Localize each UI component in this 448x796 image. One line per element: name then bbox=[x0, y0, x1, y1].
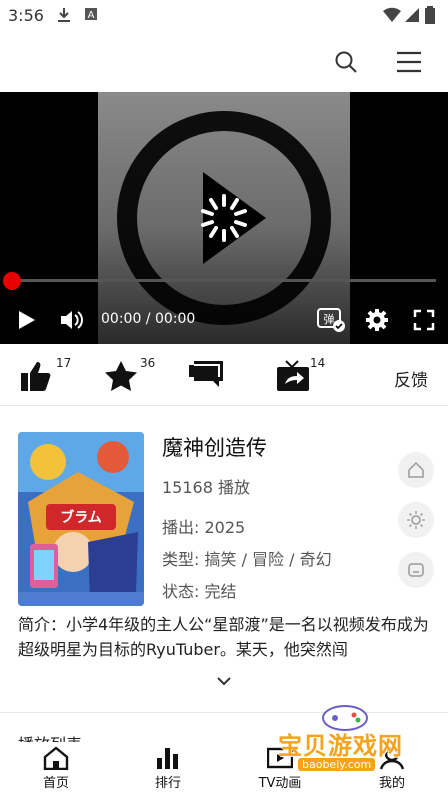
tab-home-label: 首页 bbox=[42, 776, 69, 791]
progress-track[interactable] bbox=[12, 279, 436, 282]
time-display: 00:00 / 00:00 bbox=[101, 311, 195, 327]
progress-knob[interactable] bbox=[3, 272, 21, 290]
action-bar: 17 36 14 反馈 bbox=[0, 344, 448, 406]
sun-icon bbox=[407, 511, 425, 529]
play-count: 15168 播放 bbox=[162, 478, 250, 497]
like-count: 17 bbox=[56, 356, 72, 370]
star-icon bbox=[105, 361, 137, 391]
feedback-button[interactable]: 反馈 bbox=[394, 366, 428, 391]
chat-icon bbox=[408, 563, 424, 577]
cover-illustration: ブラム bbox=[18, 432, 144, 606]
bar-chart-icon bbox=[157, 748, 178, 769]
share-count: 14 bbox=[310, 356, 326, 370]
status-bar: 3:56 A bbox=[0, 0, 448, 32]
volume-icon bbox=[61, 311, 83, 329]
cover-image[interactable]: ブラム bbox=[18, 432, 144, 606]
watermark-text: 宝贝游戏网 bbox=[278, 732, 403, 760]
share-button[interactable]: 14 bbox=[276, 356, 336, 394]
duration: 00:00 bbox=[154, 311, 196, 327]
menu-button[interactable] bbox=[391, 44, 427, 80]
svg-text:弹: 弹 bbox=[324, 312, 335, 326]
like-button[interactable]: 17 bbox=[20, 356, 80, 394]
watermark: 宝贝游戏网 baobeiy.com bbox=[270, 700, 430, 780]
volume-button[interactable] bbox=[58, 306, 86, 334]
current-time: 00:00 bbox=[101, 311, 142, 327]
status-time: 3:56 bbox=[8, 6, 44, 25]
genre: 类型: 搞笑 / 冒险 / 奇幻 bbox=[162, 550, 332, 569]
tab-ranking-label: 排行 bbox=[154, 776, 181, 791]
signal-icon bbox=[405, 8, 419, 22]
search-icon bbox=[335, 51, 357, 73]
wifi-icon bbox=[383, 7, 401, 22]
thumbs-up-icon bbox=[21, 362, 51, 391]
favorite-count: 36 bbox=[140, 356, 156, 370]
app-header bbox=[0, 32, 448, 92]
fullscreen-button[interactable] bbox=[412, 306, 436, 334]
tab-home[interactable]: 首页 bbox=[16, 746, 96, 794]
share-tv-icon bbox=[277, 360, 309, 391]
chat-float-button[interactable] bbox=[398, 552, 434, 588]
anime-title: 魔神创造传 bbox=[162, 436, 267, 460]
time-separator: / bbox=[141, 311, 155, 327]
status: 状态: 完结 bbox=[162, 582, 237, 601]
video-player[interactable]: 00:00 / 00:00 弹 bbox=[0, 92, 448, 344]
favorite-button[interactable]: 36 bbox=[104, 356, 164, 394]
battery-icon bbox=[425, 6, 435, 24]
chevron-down-icon[interactable] bbox=[212, 674, 236, 690]
intro-text: 简介：小学4年级的主人公“星部渡”是一名以视频发布成为超级明星为目标的RyuTu… bbox=[18, 615, 429, 659]
menu-icon bbox=[397, 51, 421, 73]
section-title: 播放列表 bbox=[18, 731, 82, 742]
play-icon bbox=[19, 311, 35, 329]
home-icon bbox=[43, 746, 69, 770]
notification-a-icon: A bbox=[85, 8, 97, 21]
svg-text:ブラム: ブラム bbox=[60, 509, 102, 526]
tab-ranking[interactable]: 排行 bbox=[128, 746, 208, 794]
download-icon bbox=[58, 8, 70, 22]
comment-button[interactable] bbox=[188, 358, 228, 394]
danmaku-toggle[interactable]: 弹 bbox=[316, 306, 346, 334]
fullscreen-icon bbox=[413, 309, 435, 331]
search-button[interactable] bbox=[328, 44, 364, 80]
play-button[interactable] bbox=[12, 306, 40, 334]
danmaku-icon: 弹 bbox=[317, 308, 345, 332]
home-float-button[interactable] bbox=[398, 452, 434, 488]
comment-icon bbox=[189, 361, 223, 387]
anime-info: ブラム 魔神创造传 15168 播放 播出: 2025 类型: 搞笑 / 冒险 … bbox=[0, 406, 448, 712]
settings-button[interactable] bbox=[364, 306, 390, 334]
watermark-url: baobeiy.com bbox=[298, 758, 376, 771]
home-outline-icon bbox=[408, 461, 424, 478]
brightness-float-button[interactable] bbox=[398, 502, 434, 538]
gear-icon bbox=[366, 309, 388, 331]
air-year: 播出: 2025 bbox=[162, 518, 246, 537]
svg-text:A: A bbox=[88, 10, 95, 21]
